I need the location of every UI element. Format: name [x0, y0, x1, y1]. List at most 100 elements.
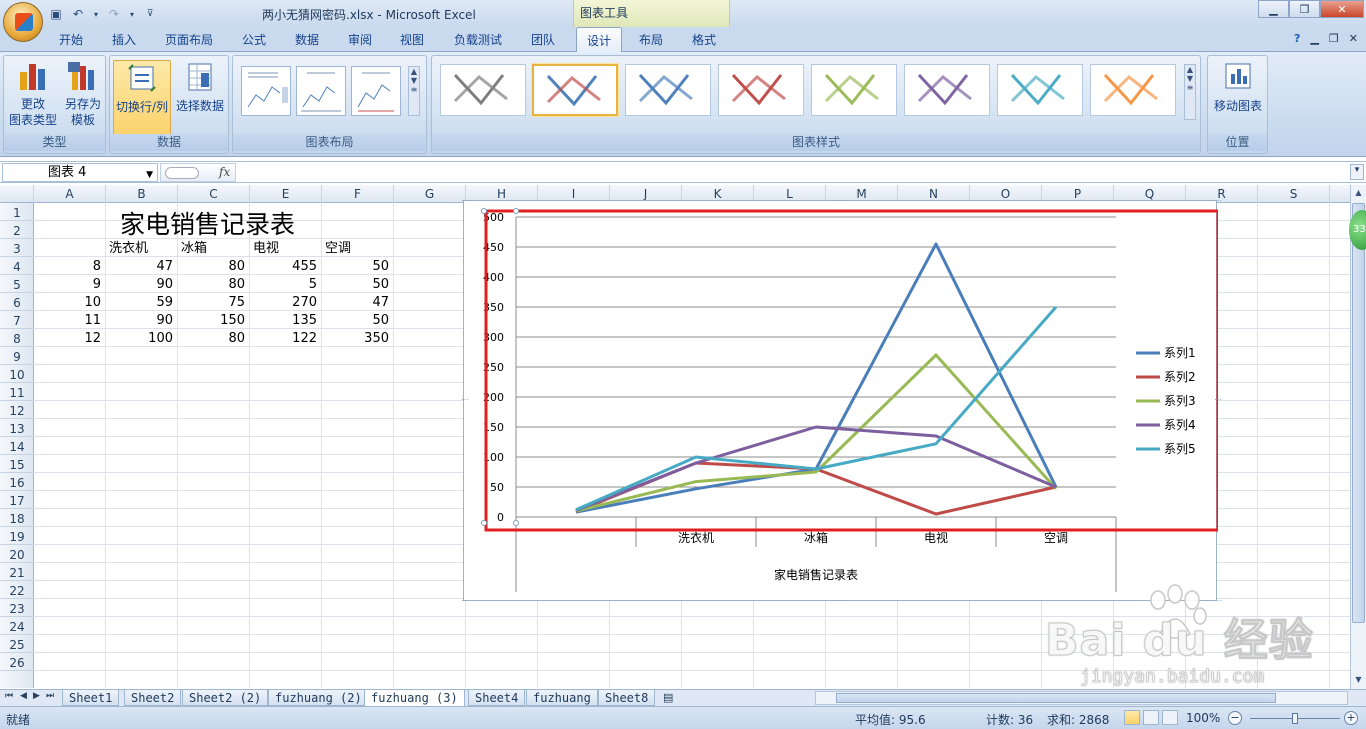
selection-handle[interactable]: [481, 208, 487, 214]
page-break-view-button[interactable]: [1162, 710, 1178, 725]
tab-10[interactable]: 布局: [639, 31, 663, 48]
chart-resize-handle[interactable]: ⋯: [461, 597, 469, 605]
row-header[interactable]: 19: [0, 527, 34, 545]
zoom-out-button[interactable]: −: [1228, 711, 1242, 725]
data-cell[interactable]: 455: [250, 257, 320, 275]
sheet-tab[interactable]: Sheet2: [124, 690, 182, 706]
data-cell[interactable]: 80: [178, 275, 248, 293]
row-header[interactable]: 24: [0, 617, 34, 635]
data-cell[interactable]: 50: [322, 275, 392, 293]
zoom-in-button[interactable]: +: [1344, 711, 1358, 725]
zoom-level[interactable]: 100%: [1186, 711, 1220, 725]
data-cell[interactable]: 10: [34, 293, 104, 311]
data-cell[interactable]: 8: [34, 257, 104, 275]
row-header[interactable]: 25: [0, 635, 34, 653]
zoom-slider-knob[interactable]: [1292, 713, 1298, 724]
row-header[interactable]: 22: [0, 581, 34, 599]
tab-8[interactable]: 团队: [531, 31, 555, 48]
chart-style-8[interactable]: [1090, 64, 1176, 116]
restore-button[interactable]: ❐: [1289, 0, 1320, 18]
sheet-tab[interactable]: Sheet4: [468, 690, 526, 706]
chart-style-6[interactable]: [904, 64, 990, 116]
chart-resize-handle[interactable]: ⋯: [461, 396, 469, 404]
data-cell[interactable]: 11: [34, 311, 104, 329]
data-cell[interactable]: 50: [322, 257, 392, 275]
row-header[interactable]: 8: [0, 329, 34, 347]
row-header[interactable]: 9: [0, 347, 34, 365]
save-as-template-button[interactable]: 另存为 模板: [58, 60, 108, 128]
data-cell[interactable]: 47: [106, 257, 176, 275]
chart-resize-handle[interactable]: ⋯: [836, 197, 844, 205]
doc-close-icon[interactable]: ✕: [1349, 32, 1358, 45]
tab-5[interactable]: 审阅: [348, 31, 372, 48]
row-header[interactable]: 13: [0, 419, 34, 437]
style-gallery-scroller[interactable]: ▲ ▼ ≡: [1184, 64, 1196, 120]
row-header[interactable]: 26: [0, 653, 34, 671]
chart-style-4[interactable]: [718, 64, 804, 116]
chart-style-3[interactable]: [625, 64, 711, 116]
tab-11[interactable]: 格式: [692, 31, 716, 48]
chart-resize-handle[interactable]: ⋯: [1214, 197, 1222, 205]
vertical-scrollbar[interactable]: ▲ ▼: [1350, 185, 1366, 689]
tab-4[interactable]: 数据: [295, 31, 319, 48]
data-cell[interactable]: 47: [322, 293, 392, 311]
chart-resize-handle[interactable]: ⋯: [836, 597, 844, 605]
row-header[interactable]: 4: [0, 257, 34, 275]
change-chart-type-button[interactable]: 更改 图表类型: [8, 60, 58, 128]
data-cell[interactable]: 350: [322, 329, 392, 347]
series-line-3[interactable]: [575, 353, 1058, 513]
column-header[interactable]: C: [178, 185, 250, 203]
name-box[interactable]: 图表 4 ▼: [2, 163, 158, 182]
row-header[interactable]: 16: [0, 473, 34, 491]
selection-handle[interactable]: [513, 520, 519, 526]
row-header[interactable]: 10: [0, 365, 34, 383]
column-header[interactable]: G: [394, 185, 466, 203]
data-cell[interactable]: 100: [106, 329, 176, 347]
data-cell[interactable]: 90: [106, 311, 176, 329]
data-cell[interactable]: 270: [250, 293, 320, 311]
office-button[interactable]: [3, 2, 43, 42]
scroll-down-arrow[interactable]: ▼: [1352, 673, 1365, 687]
sheet-tab[interactable]: fuzhuang (2): [268, 690, 369, 706]
data-cell[interactable]: 150: [178, 311, 248, 329]
chart-layout-3[interactable]: [351, 66, 401, 116]
select-data-button[interactable]: 选择数据: [172, 60, 228, 114]
embedded-chart[interactable]: 0 50 100 150 200 250 300 350 400 450 500 洗衣机 冰箱 电视 空调家…: [461, 197, 1222, 605]
tab-2[interactable]: 页面布局: [165, 31, 213, 48]
header-cell[interactable]: 洗衣机: [109, 239, 148, 257]
row-header[interactable]: 11: [0, 383, 34, 401]
row-header[interactable]: 21: [0, 563, 34, 581]
chart-resize-handle[interactable]: ⋯: [461, 197, 469, 205]
data-cell[interactable]: 135: [250, 311, 320, 329]
customize-qat-icon[interactable]: ⊽: [142, 6, 158, 22]
row-header[interactable]: 17: [0, 491, 34, 509]
name-box-dropdown-icon[interactable]: ▼: [146, 167, 153, 184]
row-header[interactable]: 2: [0, 221, 34, 239]
sheet-tab[interactable]: fuzhuang: [526, 690, 598, 706]
header-cell[interactable]: 电视: [253, 239, 279, 257]
sheet-tab[interactable]: Sheet1: [62, 690, 120, 706]
column-header[interactable]: S: [1258, 185, 1330, 203]
tab-9[interactable]: 设计: [576, 27, 623, 53]
undo-dropdown-icon[interactable]: ▾: [92, 6, 100, 22]
page-layout-view-button[interactable]: [1143, 710, 1159, 725]
column-header[interactable]: E: [250, 185, 322, 203]
prev-sheet-icon[interactable]: ◀: [20, 691, 27, 701]
data-cell[interactable]: 5: [250, 275, 320, 293]
selection-handle[interactable]: [481, 520, 487, 526]
undo-icon[interactable]: ↶: [70, 6, 86, 22]
chart-style-2[interactable]: [532, 64, 618, 116]
doc-restore-icon[interactable]: ❐: [1329, 32, 1339, 45]
sheet-tab[interactable]: fuzhuang (3): [364, 690, 465, 707]
tab-7[interactable]: 负载测试: [454, 31, 502, 48]
tab-0[interactable]: 开始: [59, 31, 83, 48]
data-cell[interactable]: 80: [178, 329, 248, 347]
insert-function-icon[interactable]: fx: [219, 165, 230, 179]
chart-style-1[interactable]: [440, 64, 526, 116]
insert-sheet-icon[interactable]: ▤: [663, 691, 673, 704]
chart-style-7[interactable]: [997, 64, 1083, 116]
vertical-scroll-thumb[interactable]: [1352, 203, 1365, 623]
horizontal-scroll-thumb[interactable]: [836, 693, 1276, 703]
selection-handle[interactable]: [513, 208, 519, 214]
sheet-tab[interactable]: Sheet8: [598, 690, 656, 706]
